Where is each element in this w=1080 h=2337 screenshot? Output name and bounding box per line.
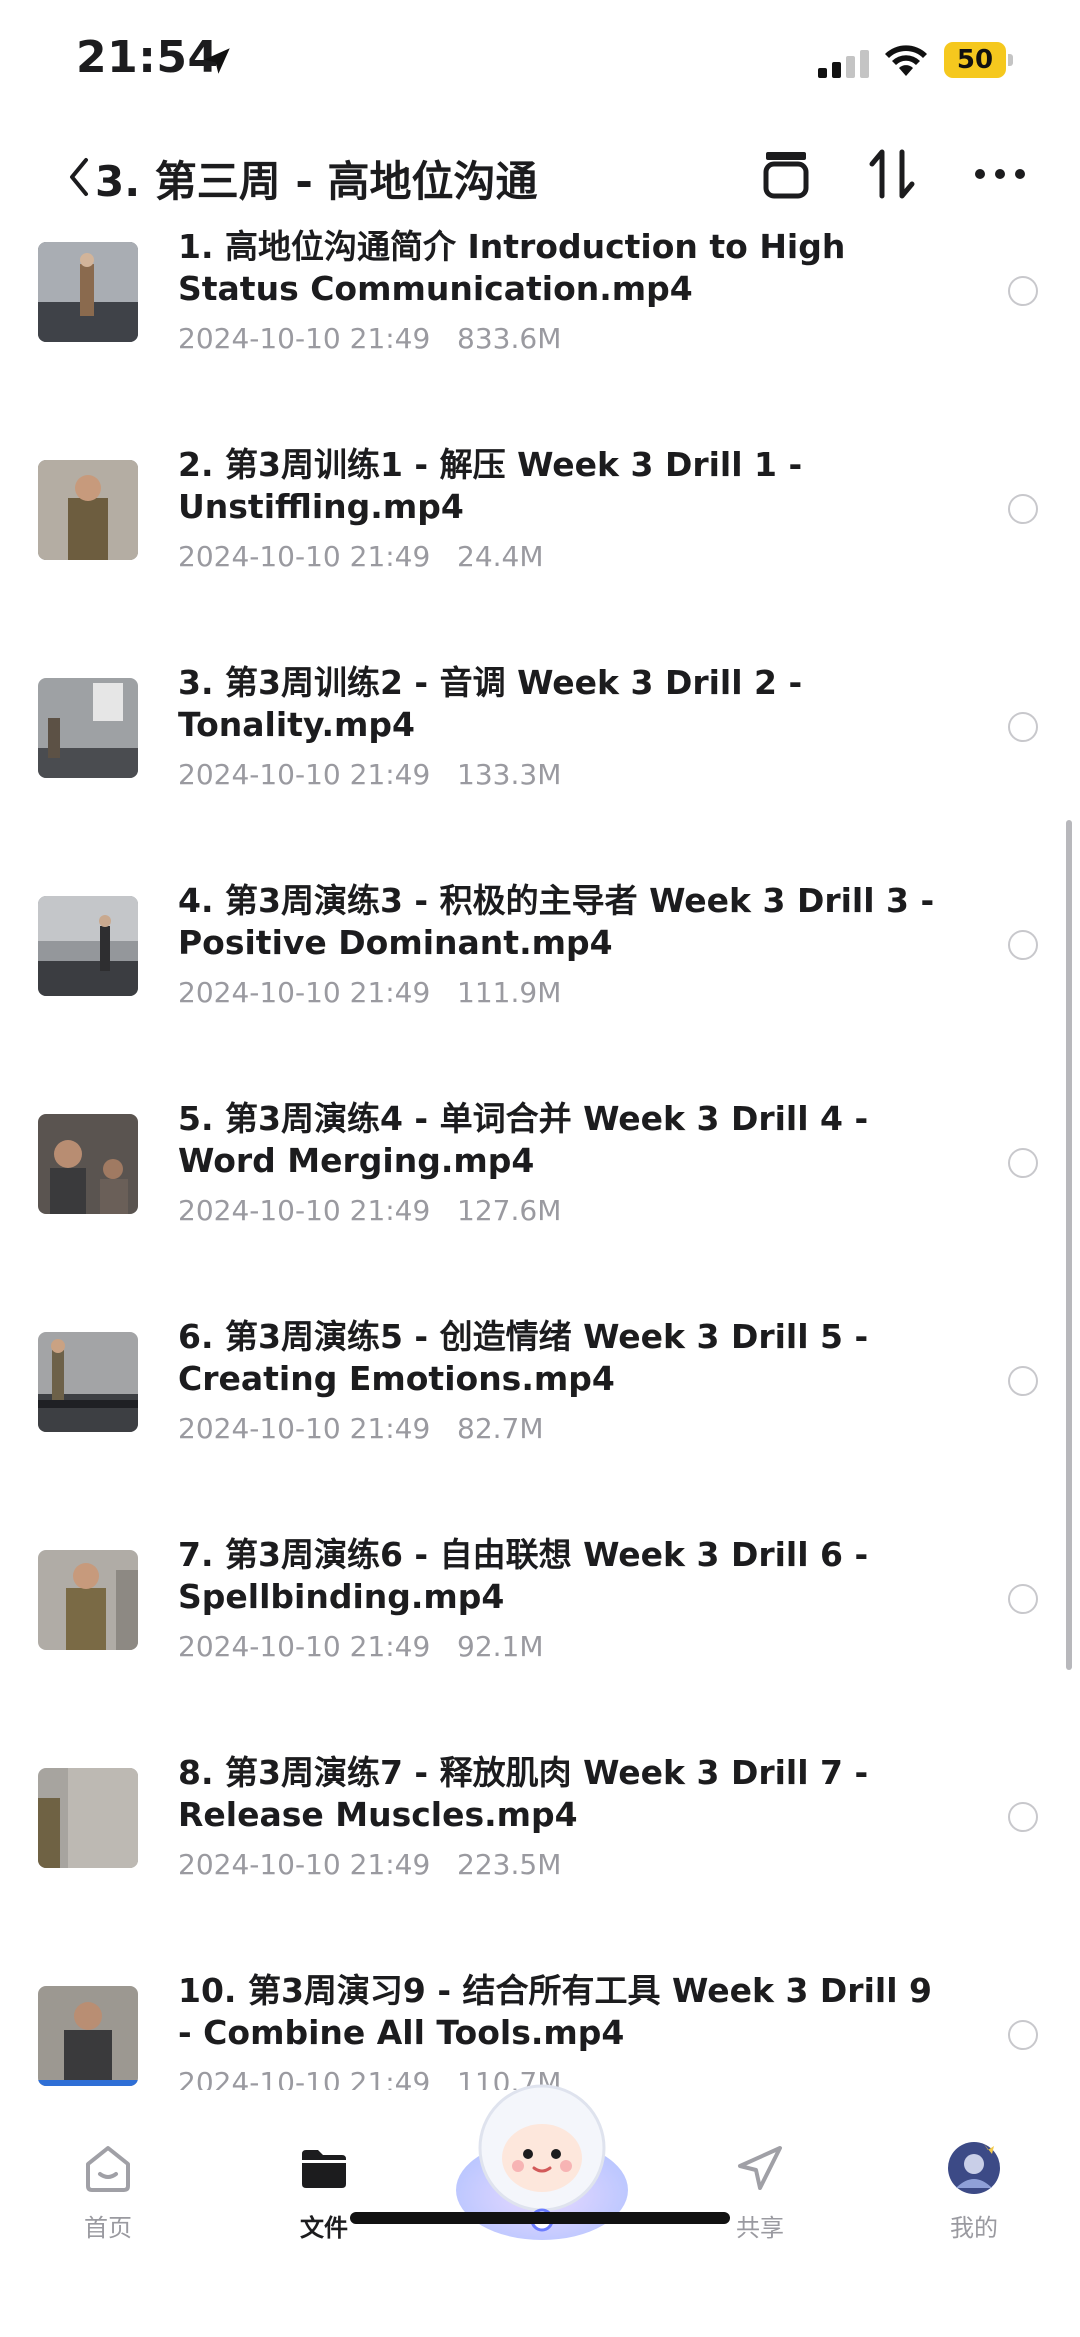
file-name: 2. 第3周训练1 - 解压 Week 3 Drill 1 - Unstiffl… bbox=[178, 445, 803, 526]
file-name: 5. 第3周演练4 - 单词合并 Week 3 Drill 4 - Word M… bbox=[178, 1099, 869, 1180]
navigation-header: 3. 第三周 - 高地位沟通 bbox=[0, 130, 1080, 230]
file-size: 82.7M bbox=[457, 1412, 544, 1445]
file-name: 7. 第3周演练6 - 自由联想 Week 3 Drill 6 - Spellb… bbox=[178, 1535, 869, 1616]
tab-home[interactable]: 首页 bbox=[38, 2140, 178, 2270]
back-icon[interactable] bbox=[62, 152, 96, 202]
tab-files[interactable]: 文件 bbox=[254, 2140, 394, 2270]
home-indicator bbox=[350, 2212, 730, 2224]
file-meta: 2024-10-10 21:49 127.6M bbox=[178, 1194, 561, 1227]
select-radio[interactable] bbox=[1008, 712, 1038, 742]
file-row[interactable]: 7. 第3周演练6 - 自由联想 Week 3 Drill 6 - Spellb… bbox=[0, 1528, 1080, 1746]
video-thumbnail bbox=[38, 1114, 138, 1214]
video-thumbnail bbox=[38, 460, 138, 560]
select-radio[interactable] bbox=[1008, 2020, 1038, 2050]
file-date: 2024-10-10 21:49 bbox=[178, 1194, 431, 1227]
file-row[interactable]: 1. 高地位沟通简介 Introduction to High Status C… bbox=[0, 220, 1080, 438]
file-list[interactable]: 1. 高地位沟通简介 Introduction to High Status C… bbox=[0, 220, 1080, 2090]
avatar-icon bbox=[948, 2142, 1000, 2194]
scrollbar[interactable] bbox=[1066, 820, 1072, 1670]
wifi-icon bbox=[885, 45, 927, 76]
tab-home-label: 首页 bbox=[84, 2214, 132, 2242]
more-icon[interactable] bbox=[970, 154, 1030, 194]
cellular-signal-icon bbox=[818, 50, 869, 78]
video-thumbnail bbox=[38, 1768, 138, 1868]
select-radio[interactable] bbox=[1008, 276, 1038, 306]
file-name: 1. 高地位沟通简介 Introduction to High Status C… bbox=[178, 227, 846, 308]
tab-profile-label: 我的 bbox=[950, 2214, 998, 2242]
select-icon[interactable] bbox=[758, 144, 814, 204]
file-row[interactable]: 8. 第3周演练7 - 释放肌肉 Week 3 Drill 7 - Releas… bbox=[0, 1746, 1080, 1964]
location-arrow-icon bbox=[204, 48, 230, 74]
file-size: 92.1M bbox=[457, 1630, 544, 1663]
mascot-assistant-icon[interactable] bbox=[450, 2070, 634, 2254]
file-meta: 2024-10-10 21:49 111.9M bbox=[178, 976, 561, 1009]
video-thumbnail bbox=[38, 1986, 138, 2086]
file-row[interactable]: 4. 第3周演练3 - 积极的主导者 Week 3 Drill 3 - Posi… bbox=[0, 874, 1080, 1092]
file-size: 24.4M bbox=[457, 540, 544, 573]
file-date: 2024-10-10 21:49 bbox=[178, 2066, 431, 2090]
folder-icon bbox=[302, 2150, 346, 2188]
select-radio[interactable] bbox=[1008, 494, 1038, 524]
file-meta: 2024-10-10 21:49 24.4M bbox=[178, 540, 544, 573]
file-name: 10. 第3周演习9 - 结合所有工具 Week 3 Drill 9 - Com… bbox=[178, 1971, 932, 2052]
file-date: 2024-10-10 21:49 bbox=[178, 1630, 431, 1663]
status-time: 21:54 bbox=[76, 32, 219, 83]
file-date: 2024-10-10 21:49 bbox=[178, 540, 431, 573]
tab-profile[interactable]: 我的 bbox=[904, 2140, 1044, 2270]
video-thumbnail bbox=[38, 1550, 138, 1650]
page-title: 3. 第三周 - 高地位沟通 bbox=[95, 157, 538, 206]
select-radio[interactable] bbox=[1008, 1366, 1038, 1396]
file-row[interactable]: 3. 第3周训练2 - 音调 Week 3 Drill 2 - Tonality… bbox=[0, 656, 1080, 874]
file-date: 2024-10-10 21:49 bbox=[178, 322, 431, 355]
file-date: 2024-10-10 21:49 bbox=[178, 976, 431, 1009]
file-size: 127.6M bbox=[457, 1194, 562, 1227]
file-date: 2024-10-10 21:49 bbox=[178, 758, 431, 791]
sort-icon[interactable] bbox=[864, 144, 920, 204]
file-meta: 2024-10-10 21:49 92.1M bbox=[178, 1630, 544, 1663]
select-radio[interactable] bbox=[1008, 1148, 1038, 1178]
file-row[interactable]: 2. 第3周训练1 - 解压 Week 3 Drill 1 - Unstiffl… bbox=[0, 438, 1080, 656]
file-row[interactable]: 6. 第3周演练5 - 创造情绪 Week 3 Drill 5 - Creati… bbox=[0, 1310, 1080, 1528]
battery-indicator: 50 bbox=[944, 42, 1014, 78]
file-name: 3. 第3周训练2 - 音调 Week 3 Drill 2 - Tonality… bbox=[178, 663, 803, 744]
file-date: 2024-10-10 21:49 bbox=[178, 1412, 431, 1445]
video-thumbnail bbox=[38, 896, 138, 996]
video-thumbnail bbox=[38, 678, 138, 778]
file-date: 2024-10-10 21:49 bbox=[178, 1848, 431, 1881]
file-size: 833.6M bbox=[457, 322, 562, 355]
video-thumbnail bbox=[38, 1332, 138, 1432]
file-meta: 2024-10-10 21:49 82.7M bbox=[178, 1412, 544, 1445]
select-radio[interactable] bbox=[1008, 1584, 1038, 1614]
file-name: 8. 第3周演练7 - 释放肌肉 Week 3 Drill 7 - Releas… bbox=[178, 1753, 869, 1834]
video-thumbnail bbox=[38, 242, 138, 342]
file-meta: 2024-10-10 21:49 833.6M bbox=[178, 322, 561, 355]
share-icon bbox=[738, 2146, 782, 2190]
file-name: 4. 第3周演练3 - 积极的主导者 Week 3 Drill 3 - Posi… bbox=[178, 881, 935, 962]
select-radio[interactable] bbox=[1008, 1802, 1038, 1832]
status-bar: 21:54 50 bbox=[0, 0, 1080, 120]
file-row[interactable]: 5. 第3周演练4 - 单词合并 Week 3 Drill 4 - Word M… bbox=[0, 1092, 1080, 1310]
file-size: 223.5M bbox=[457, 1848, 562, 1881]
battery-level: 50 bbox=[956, 45, 994, 75]
file-meta: 2024-10-10 21:49 133.3M bbox=[178, 758, 561, 791]
select-radio[interactable] bbox=[1008, 930, 1038, 960]
file-size: 111.9M bbox=[457, 976, 562, 1009]
tab-share[interactable]: 共享 bbox=[690, 2140, 830, 2270]
file-size: 133.3M bbox=[457, 758, 562, 791]
home-icon bbox=[86, 2146, 130, 2192]
file-name: 6. 第3周演练5 - 创造情绪 Week 3 Drill 5 - Creati… bbox=[178, 1317, 869, 1398]
file-meta: 2024-10-10 21:49 223.5M bbox=[178, 1848, 561, 1881]
